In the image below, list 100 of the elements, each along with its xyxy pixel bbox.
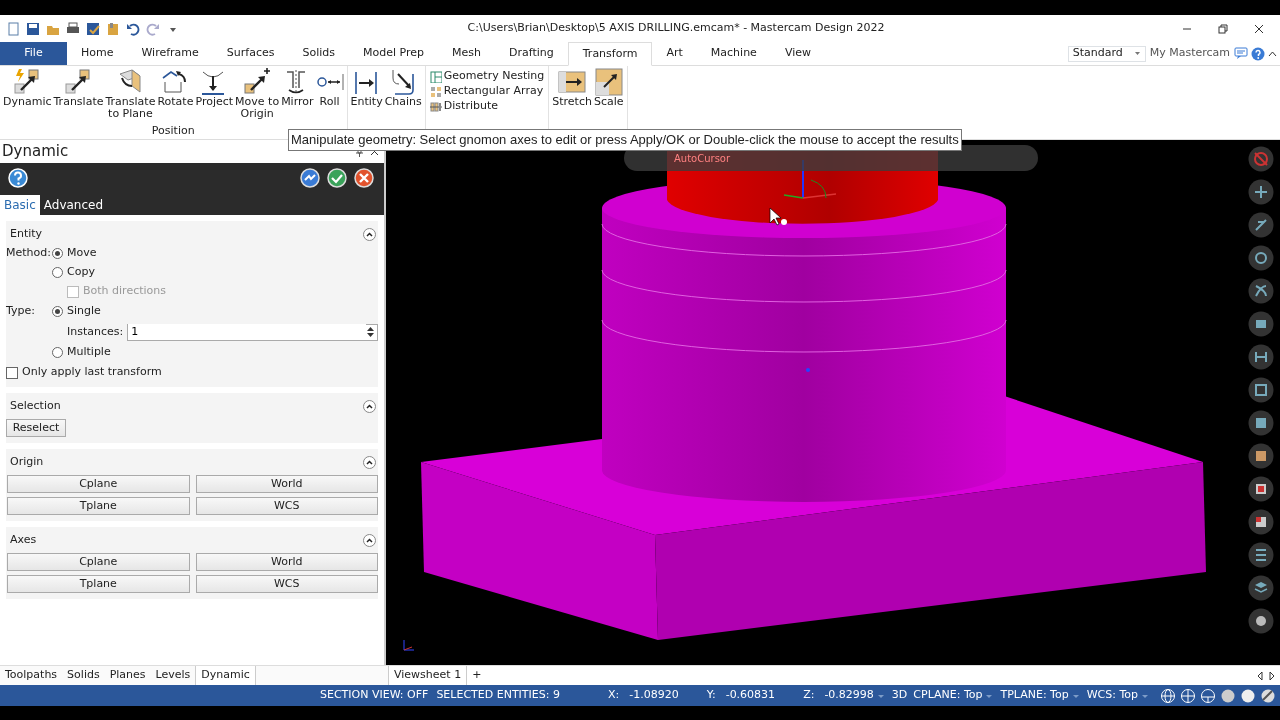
manager-tab[interactable]: Solids — [62, 666, 105, 685]
plane-button[interactable]: WCS — [195, 575, 378, 593]
panel-tab[interactable]: Basic — [0, 195, 40, 215]
ribbon-button[interactable]: Mirror — [280, 68, 315, 108]
plane-button[interactable]: Cplane — [7, 475, 190, 493]
round-tool-icon[interactable] — [1248, 278, 1274, 304]
ribbon-button[interactable]: Project — [194, 68, 235, 108]
ribbon-button[interactable]: Stretch — [551, 68, 593, 108]
shaded-sphere-icon[interactable] — [1240, 687, 1256, 704]
plane-button[interactable]: Tplane — [7, 575, 190, 593]
manager-tab[interactable]: Planes — [104, 666, 151, 685]
radio-option[interactable]: Single — [52, 303, 101, 320]
tooltip: Manipulate geometry: Select gnomon axes to edit or press Apply/OK or Double-click the mouse to accept the results — [288, 129, 962, 151]
scroll-right-icon[interactable] — [1268, 670, 1276, 681]
ribbon-tab[interactable]: Mesh — [438, 42, 495, 65]
collapse-chevron-icon[interactable] — [363, 399, 376, 413]
hemisphere-icon[interactable] — [1200, 687, 1216, 704]
cancel-icon[interactable] — [354, 168, 374, 188]
round-tool-icon[interactable] — [1248, 212, 1274, 238]
ribbon-button[interactable]: Rectangular Array — [427, 84, 546, 99]
manager-tab[interactable]: Dynamic — [195, 666, 256, 685]
file-tab[interactable]: File — [0, 42, 67, 65]
round-tool-icon[interactable] — [1248, 245, 1274, 271]
ribbon-tab[interactable]: Wireframe — [127, 42, 213, 65]
round-tool-icon[interactable] — [1248, 476, 1274, 502]
ribbon-button[interactable]: Translate — [52, 68, 105, 108]
add-viewsheet-button[interactable]: + — [467, 666, 487, 685]
instances-spinner[interactable]: 1 — [127, 323, 378, 341]
round-tool-icon[interactable] — [1248, 542, 1274, 568]
ribbon-button[interactable]: Geometry Nesting — [427, 69, 547, 84]
checkbox-option[interactable]: Only apply last transform — [6, 364, 162, 381]
coord-value: -0.82998 — [824, 687, 874, 704]
ribbon-button[interactable]: Distribute — [427, 99, 500, 114]
collapse-chevron-icon[interactable] — [363, 533, 376, 547]
round-tool-icon[interactable] — [1248, 410, 1274, 436]
radio-option[interactable]: Copy — [52, 264, 95, 281]
my-mastercam-link[interactable]: My Mastercam — [1149, 45, 1230, 62]
ribbon-button[interactable]: Dynamic — [2, 68, 53, 108]
ribbon-button[interactable]: Rotate — [156, 68, 195, 108]
manager-tab[interactable]: Toolpaths — [0, 666, 63, 685]
round-tool-icon[interactable] — [1248, 575, 1274, 601]
restore-icon[interactable] — [1218, 23, 1228, 34]
status-text: TPLANE: Top — [1000, 687, 1069, 704]
close-icon[interactable] — [1254, 23, 1264, 34]
speech-bubble-icon[interactable] — [1234, 47, 1248, 60]
radio-option[interactable]: Move — [52, 245, 97, 262]
ribbon-button[interactable]: Move to Origin — [234, 68, 281, 120]
mode-dropdown[interactable]: Standard — [1067, 45, 1146, 62]
coord-label: Z: — [803, 687, 815, 704]
ribbon-tab[interactable]: View — [770, 42, 825, 65]
ribbon-button[interactable]: Scale — [592, 68, 625, 108]
viewsheet-tab[interactable]: Viewsheet 1 — [388, 666, 468, 685]
ok-check-icon[interactable] — [327, 168, 347, 188]
wireframe-globe-icon[interactable] — [1180, 687, 1196, 704]
radio-option[interactable]: Multiple — [52, 344, 111, 361]
round-tool-icon[interactable] — [1248, 311, 1274, 337]
mouse-cursor-icon — [769, 207, 787, 226]
spin-arrows-icon[interactable] — [366, 325, 375, 339]
round-tool-icon[interactable] — [1248, 179, 1274, 205]
section-title: Selection — [9, 397, 61, 414]
reselect-button[interactable]: Reselect — [6, 419, 66, 437]
collapse-chevron-icon[interactable] — [363, 455, 376, 469]
round-tool-icon[interactable] — [1248, 509, 1274, 535]
ribbon-tab[interactable]: Home — [67, 42, 128, 65]
round-tool-icon[interactable] — [1248, 608, 1274, 634]
save-icon[interactable] — [26, 21, 40, 36]
manager-tab[interactable]: Levels — [150, 666, 196, 685]
ribbon-tab[interactable]: Solids — [288, 42, 350, 65]
panel-tab[interactable]: Advanced — [39, 195, 108, 215]
plane-button[interactable]: Cplane — [7, 553, 190, 571]
ribbon-button[interactable]: Translate to Plane — [104, 68, 157, 120]
ribbon-button[interactable]: Roll — [314, 68, 345, 108]
ribbon-button[interactable]: Chains — [383, 68, 423, 108]
apply-icon[interactable] — [300, 168, 320, 188]
ribbon-tab[interactable]: Model Prep — [349, 42, 439, 65]
round-tool-icon[interactable] — [1248, 443, 1274, 469]
round-tool-icon[interactable] — [1248, 344, 1274, 370]
scroll-left-icon[interactable] — [1256, 670, 1264, 681]
ribbon-button[interactable]: Entity — [349, 68, 384, 108]
folder-stack-icon[interactable] — [106, 21, 120, 36]
round-tool-icon[interactable] — [1248, 377, 1274, 403]
save-check-icon[interactable] — [86, 21, 100, 36]
plane-button[interactable]: World — [195, 475, 378, 493]
ribbon-tab[interactable]: Transform — [567, 42, 653, 66]
plane-button[interactable]: Tplane — [7, 497, 190, 515]
ribbon-tab[interactable]: Drafting — [495, 42, 568, 65]
printer-icon[interactable] — [66, 21, 80, 36]
plane-button[interactable]: WCS — [195, 497, 378, 515]
ribbon-tab[interactable]: Machine — [696, 42, 771, 65]
collapse-caret-icon[interactable] — [1268, 50, 1277, 57]
collapse-chevron-icon[interactable] — [363, 227, 376, 241]
undo-icon[interactable] — [126, 21, 140, 36]
point-marker — [806, 368, 810, 372]
ribbon-tab[interactable]: Surfaces — [212, 42, 289, 65]
plane-button[interactable]: World — [195, 553, 378, 571]
shaded-sphere-icon[interactable] — [1220, 687, 1236, 704]
help-icon[interactable] — [8, 168, 28, 188]
sphere-slash-icon[interactable] — [1260, 687, 1276, 704]
wireframe-globe-icon[interactable] — [1160, 687, 1176, 704]
ribbon-tab[interactable]: Art — [652, 42, 697, 65]
